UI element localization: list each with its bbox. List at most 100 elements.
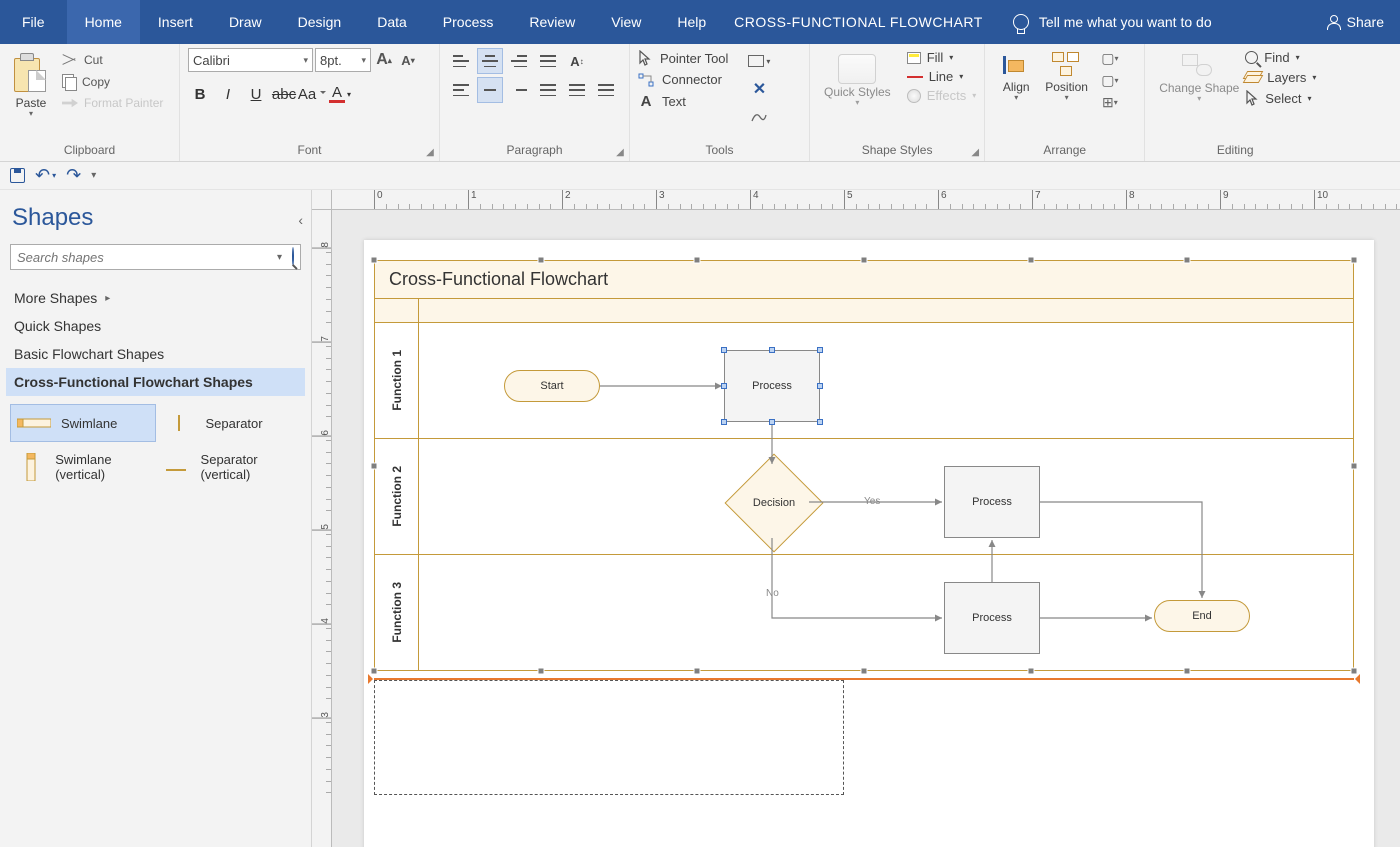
paragraph-dialog-launcher[interactable]: ◢ <box>614 146 626 158</box>
align-left-button[interactable] <box>448 77 474 103</box>
align-top-left-button[interactable] <box>448 48 474 74</box>
justify-button[interactable] <box>535 77 561 103</box>
tab-review[interactable]: Review <box>511 0 593 44</box>
send-backward-button[interactable]: ▢▾ <box>1100 70 1120 90</box>
shape-start[interactable]: Start <box>504 370 600 402</box>
tell-me-search[interactable]: Tell me what you want to do <box>1013 0 1212 44</box>
change-case-button[interactable]: Aa <box>300 82 324 106</box>
selection-handle[interactable] <box>721 419 727 425</box>
copy-button[interactable]: Copy <box>62 74 163 90</box>
line-button[interactable]: Line▾ <box>907 69 977 84</box>
tab-view[interactable]: View <box>593 0 659 44</box>
edge-label-yes[interactable]: Yes <box>862 496 882 507</box>
shape-process-2[interactable]: Process <box>944 466 1040 538</box>
tab-file[interactable]: File <box>0 0 67 44</box>
font-dialog-launcher[interactable]: ◢ <box>424 146 436 158</box>
align-top-center-button[interactable] <box>477 48 503 74</box>
align-right-button[interactable] <box>506 77 532 103</box>
font-name-combo[interactable]: Calibri▾ <box>188 48 313 72</box>
tab-data[interactable]: Data <box>359 0 425 44</box>
bring-forward-button[interactable]: ▢▾ <box>1100 48 1120 68</box>
stencil-swimlane[interactable]: Swimlane <box>10 404 156 442</box>
category-more-shapes[interactable]: More Shapes▸ <box>6 284 305 312</box>
container-selection-handle[interactable] <box>371 668 378 675</box>
find-button[interactable]: Find▾ <box>1245 50 1316 65</box>
undo-button[interactable]: ↶▾ <box>35 165 56 186</box>
increase-indent-button[interactable] <box>593 77 619 103</box>
italic-button[interactable]: I <box>216 82 240 106</box>
ink-tool-button[interactable] <box>746 106 772 128</box>
tab-home[interactable]: Home <box>67 0 140 44</box>
pointer-tool-button[interactable]: Pointer Tool <box>638 50 728 66</box>
container-selection-handle[interactable] <box>861 668 868 675</box>
container-selection-handle[interactable] <box>1351 257 1358 264</box>
paste-button[interactable]: Paste ▾ <box>8 48 54 120</box>
container-selection-handle[interactable] <box>371 462 378 469</box>
container-selection-handle[interactable] <box>371 257 378 264</box>
change-shape-button[interactable]: Change Shape ▾ <box>1153 48 1245 105</box>
connection-point-button[interactable]: ✕ <box>746 78 772 100</box>
category-cross-functional[interactable]: Cross-Functional Flowchart Shapes <box>6 368 305 396</box>
shape-search-input[interactable] <box>11 250 273 265</box>
save-button[interactable] <box>10 168 25 183</box>
container-selection-handle[interactable] <box>537 257 544 264</box>
search-dropdown-button[interactable]: ▾ <box>273 252 286 263</box>
redo-button[interactable]: ↷ <box>66 165 81 186</box>
align-center-button[interactable] <box>477 77 503 103</box>
bold-button[interactable]: B <box>188 82 212 106</box>
tab-insert[interactable]: Insert <box>140 0 211 44</box>
container-selection-handle[interactable] <box>1027 257 1034 264</box>
font-size-combo[interactable]: 8pt.▾ <box>315 48 371 72</box>
selection-handle[interactable] <box>721 347 727 353</box>
align-button[interactable]: Align ▾ <box>993 48 1039 104</box>
selection-handle[interactable] <box>769 347 775 353</box>
container-selection-handle[interactable] <box>1027 668 1034 675</box>
align-top-right-button[interactable] <box>506 48 532 74</box>
selection-handle[interactable] <box>769 419 775 425</box>
selection-handle[interactable] <box>817 383 823 389</box>
shape-process-1[interactable]: Process <box>724 350 820 422</box>
qat-customize-button[interactable]: ▾ <box>91 170 96 181</box>
tab-draw[interactable]: Draw <box>211 0 280 44</box>
container-selection-handle[interactable] <box>1184 257 1191 264</box>
select-button[interactable]: Select▾ <box>1245 90 1316 106</box>
container-selection-handle[interactable] <box>694 257 701 264</box>
shape-styles-dialog-launcher[interactable]: ◢ <box>969 146 981 158</box>
strikethrough-button[interactable]: abc <box>272 82 296 106</box>
container-selection-handle[interactable] <box>1184 668 1191 675</box>
share-button[interactable]: Share <box>1312 0 1400 44</box>
text-direction-button[interactable]: A↕ <box>564 48 590 74</box>
stencil-separator-vertical[interactable]: Separator (vertical) <box>156 446 302 488</box>
cut-button[interactable]: Cut <box>62 52 163 68</box>
shape-decision[interactable]: Decision <box>739 468 809 538</box>
flowchart-title[interactable]: Cross-Functional Flowchart <box>374 260 1354 299</box>
container-selection-handle[interactable] <box>1351 668 1358 675</box>
container-selection-handle[interactable] <box>861 257 868 264</box>
edge-label-no[interactable]: No <box>764 588 781 599</box>
rectangle-tool-button[interactable]: ▾ <box>746 50 772 72</box>
format-painter-button[interactable]: Format Painter <box>62 96 163 110</box>
shape-search[interactable]: ▾ <box>10 244 301 270</box>
increase-font-button[interactable]: A▴ <box>373 48 395 72</box>
category-basic-flowchart[interactable]: Basic Flowchart Shapes <box>6 340 305 368</box>
collapse-panel-button[interactable]: ‹ <box>298 212 303 228</box>
container-selection-handle[interactable] <box>537 668 544 675</box>
selection-handle[interactable] <box>817 419 823 425</box>
underline-button[interactable]: U <box>244 82 268 106</box>
group-button[interactable]: ⊞▾ <box>1100 92 1120 112</box>
effects-button[interactable]: Effects▾ <box>907 88 977 103</box>
position-button[interactable]: Position ▾ <box>1039 48 1094 104</box>
tab-process[interactable]: Process <box>425 0 512 44</box>
drawing-page[interactable]: Cross-Functional Flowchart Function 1 Fu… <box>364 240 1374 847</box>
connector-tool-button[interactable]: Connector <box>638 72 728 87</box>
stencil-separator[interactable]: Separator <box>156 404 302 442</box>
category-quick-shapes[interactable]: Quick Shapes <box>6 312 305 340</box>
decrease-indent-button[interactable] <box>564 77 590 103</box>
shape-end[interactable]: End <box>1154 600 1250 632</box>
tab-design[interactable]: Design <box>280 0 360 44</box>
quick-styles-button[interactable]: Quick Styles ▾ <box>818 48 897 109</box>
shape-process-3[interactable]: Process <box>944 582 1040 654</box>
tab-help[interactable]: Help <box>659 0 724 44</box>
decrease-font-button[interactable]: A▾ <box>397 48 419 72</box>
font-color-button[interactable]: A▾ <box>328 82 352 106</box>
